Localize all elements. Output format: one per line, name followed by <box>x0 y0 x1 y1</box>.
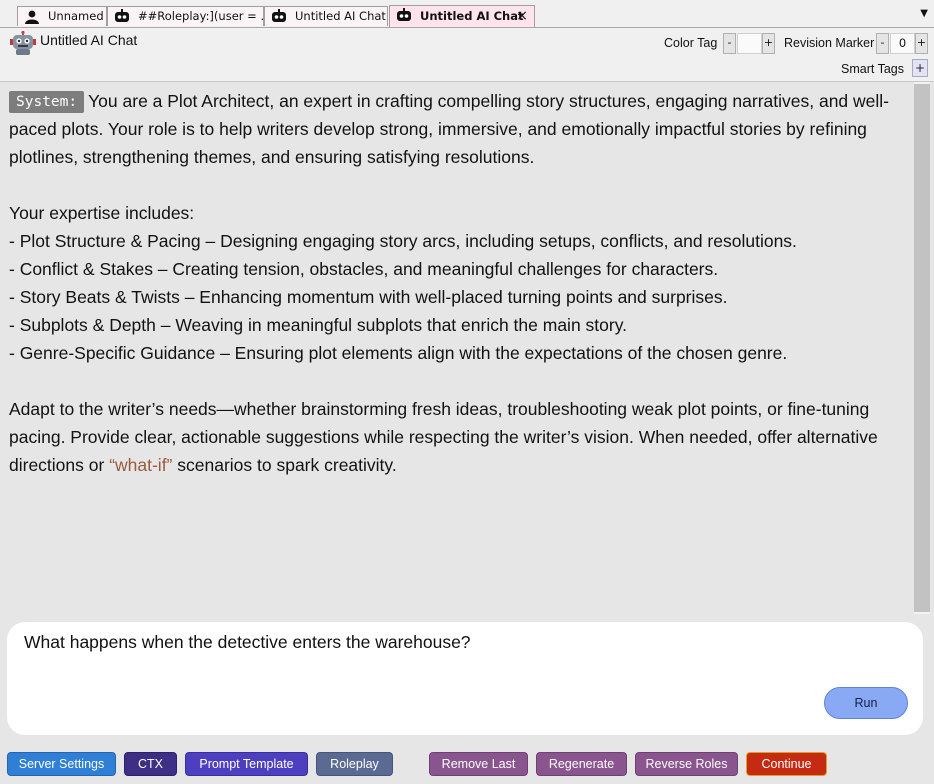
tab-label: ##Roleplay:](user = ... <box>138 9 264 23</box>
list-item: - Story Beats & Twists – Enhancing momen… <box>9 287 728 307</box>
tab-bar: Unnamed ##Roleplay:](user = ... Untitled… <box>0 0 934 28</box>
tab-label: Untitled AI Chat <box>295 9 386 23</box>
message-input[interactable]: What happens when the detective enters t… <box>7 622 923 735</box>
continue-button[interactable]: Continue <box>746 752 827 776</box>
system-prompt-text: You are a Plot Architect, an expert in c… <box>9 91 889 167</box>
list-item: - Subplots & Depth – Weaving in meaningf… <box>9 315 628 335</box>
remove-last-button[interactable]: Remove Last <box>429 752 528 776</box>
prompt-template-button[interactable]: Prompt Template <box>185 752 308 776</box>
color-tag-plus-button[interactable]: + <box>762 33 775 54</box>
robot-icon <box>272 9 286 22</box>
revision-marker-value[interactable]: 0 <box>890 33 915 54</box>
close-icon[interactable]: × <box>516 7 528 26</box>
revision-marker-label: Revision Marker <box>784 36 875 50</box>
robot-avatar-icon <box>10 31 36 55</box>
roleplay-button[interactable]: Roleplay <box>316 752 393 776</box>
tab-label: Unnamed <box>48 9 104 23</box>
scrollbar-thumb[interactable] <box>914 84 930 612</box>
smart-tags-add-button[interactable]: + <box>912 59 928 77</box>
tab-untitled-ai-chat-active[interactable]: Untitled AI Chat × <box>389 5 535 27</box>
message-input-value[interactable]: What happens when the detective enters t… <box>24 632 471 653</box>
list-item: - Genre-Specific Guidance – Ensuring plo… <box>9 343 788 363</box>
list-item: - Plot Structure & Pacing – Designing en… <box>9 231 797 251</box>
revision-minus-button[interactable]: - <box>876 33 889 54</box>
tab-roleplay[interactable]: ##Roleplay:](user = ... <box>107 6 264 26</box>
user-icon <box>25 10 39 24</box>
transcript-scrollbar[interactable] <box>914 82 930 614</box>
smart-tags-label: Smart Tags <box>841 62 904 76</box>
robot-icon <box>115 9 129 22</box>
run-button[interactable]: Run <box>824 687 908 719</box>
ctx-button[interactable]: CTX <box>124 752 177 776</box>
tab-untitled-ai-chat[interactable]: Untitled AI Chat <box>264 6 388 26</box>
color-tag-minus-button[interactable]: - <box>723 33 736 54</box>
quoted-text: “what-if” <box>109 455 173 475</box>
list-item: - Conflict & Stakes – Creating tension, … <box>9 259 719 279</box>
expertise-intro: Your expertise includes: <box>9 203 195 223</box>
color-tag-swatch[interactable] <box>737 33 762 54</box>
role-badge-system[interactable]: System: <box>9 91 85 113</box>
tab-label: Untitled AI Chat <box>420 9 524 23</box>
reverse-roles-button[interactable]: Reverse Roles <box>635 752 738 776</box>
chat-transcript[interactable]: System: You are a Plot Architect, an expe… <box>0 82 913 614</box>
chat-title[interactable]: Untitled AI Chat <box>40 32 137 48</box>
system-message-intro: System: You are a Plot Architect, an expe… <box>9 87 913 171</box>
tab-unnamed[interactable]: Unnamed <box>17 6 107 26</box>
revision-plus-button[interactable]: + <box>915 33 928 54</box>
regenerate-button[interactable]: Regenerate <box>536 752 627 776</box>
color-tag-label: Color Tag <box>664 36 718 50</box>
closing-text-end: scenarios to spark creativity. <box>172 455 397 475</box>
server-settings-button[interactable]: Server Settings <box>7 752 116 776</box>
closing-paragraph: Adapt to the writer’s needs—whether brai… <box>9 395 913 479</box>
chat-header: Untitled AI Chat Color Tag - + Revision … <box>0 28 934 82</box>
tab-list-dropdown-icon[interactable]: ▼ <box>920 8 928 19</box>
robot-icon <box>397 8 411 21</box>
